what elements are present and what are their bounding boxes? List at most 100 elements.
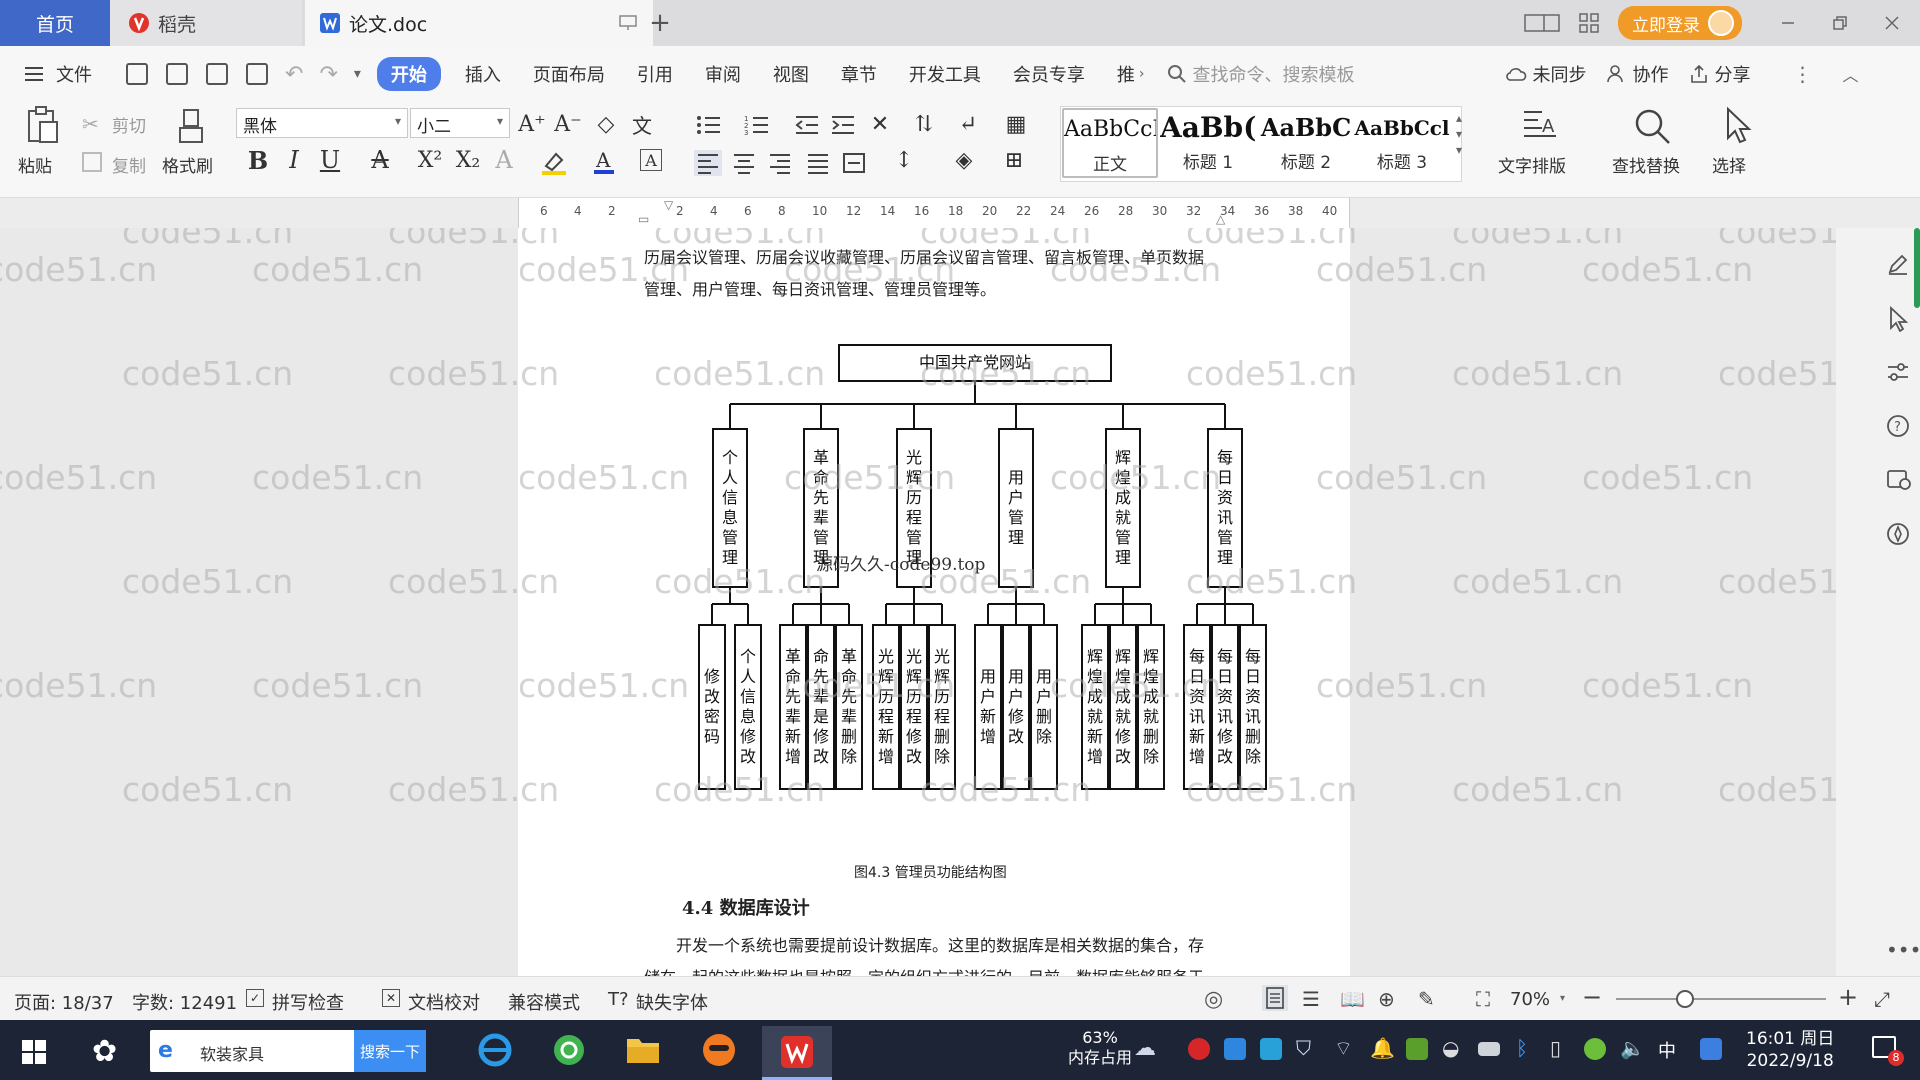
font-size-select[interactable]: 小二 ▾ — [410, 108, 510, 138]
ie-browser-icon[interactable] — [466, 1026, 524, 1074]
windows-start-icon[interactable] — [22, 1040, 46, 1064]
menu-member[interactable]: 会员专享 — [997, 61, 1101, 87]
align-right-icon[interactable] — [768, 152, 792, 174]
font-name-select[interactable]: 黑体 ▾ — [236, 108, 408, 138]
export-pdf-icon[interactable] — [166, 63, 188, 85]
screen-icon[interactable] — [619, 15, 637, 31]
collapse-ribbon-icon[interactable]: ︿ — [1843, 62, 1859, 86]
cut-button[interactable]: 剪切 — [112, 112, 146, 137]
minimize-icon[interactable] — [1780, 15, 1796, 31]
numbered-list-icon[interactable]: 123 — [744, 114, 770, 136]
eye-protection-icon[interactable]: ◎ — [1204, 987, 1223, 1012]
compass-icon[interactable] — [1886, 522, 1910, 546]
redo-icon[interactable]: ↷ — [319, 62, 337, 87]
fit-page-icon[interactable]: ⛶ — [1476, 987, 1490, 1011]
input-method-icon[interactable] — [1700, 1038, 1722, 1060]
zoom-slider-thumb[interactable] — [1676, 990, 1694, 1008]
chinese-layout-icon[interactable]: ✕ — [866, 110, 894, 138]
game-app-icon[interactable] — [690, 1026, 748, 1074]
clear-format-icon[interactable]: ◇ — [592, 110, 620, 138]
document-page[interactable]: 历届会议管理、历届会议收藏管理、历届会议留言管理、留言板管理、单页数据 管理、用… — [518, 228, 1350, 976]
help-icon[interactable]: ? — [1886, 414, 1910, 438]
format-painter-button[interactable]: 格式刷 — [162, 152, 213, 177]
page-view-icon[interactable] — [1262, 985, 1288, 1011]
find-replace-icon[interactable] — [1632, 106, 1672, 146]
assistant-swirl-icon[interactable]: ✿ — [92, 1034, 117, 1069]
shading-icon[interactable]: ◈ — [950, 146, 978, 174]
align-left-icon[interactable] — [694, 150, 722, 176]
style-heading-1[interactable]: AaBb( 标题 1 — [1160, 108, 1256, 178]
show-marks-icon[interactable]: ↵ — [954, 110, 982, 138]
sort-icon[interactable]: ⇅ — [910, 110, 938, 138]
italic-icon[interactable]: I — [280, 146, 308, 174]
weather-cloud-icon[interactable]: ☁ — [1134, 1036, 1156, 1061]
bluetooth-icon[interactable]: ᛒ — [1516, 1036, 1528, 1060]
tray-app-cyan-icon[interactable] — [1260, 1038, 1282, 1060]
doc-check-button[interactable]: 文档校对 — [408, 989, 480, 1015]
zoom-out-icon[interactable]: − — [1582, 983, 1602, 1011]
usb-icon[interactable]: ▯ — [1550, 1036, 1561, 1060]
style-heading-2[interactable]: AaBbC 标题 2 — [1258, 108, 1354, 178]
backup-icon[interactable] — [1886, 468, 1912, 492]
superscript-icon[interactable]: X² — [416, 146, 444, 174]
web-view-icon[interactable]: ⊕ — [1378, 987, 1395, 1011]
write-mode-icon[interactable]: ✎ — [1418, 987, 1435, 1011]
menu-recommend[interactable]: 推 — [1101, 61, 1139, 87]
shrink-font-icon[interactable]: A⁻ — [554, 110, 582, 138]
print-icon[interactable] — [206, 63, 228, 85]
page-indicator[interactable]: 页面: 18/37 — [14, 989, 114, 1015]
qq-penguin-icon[interactable]: ◒ — [1442, 1036, 1459, 1060]
more-vertical-icon[interactable]: ⋮ — [1793, 62, 1813, 86]
select-cursor-icon[interactable] — [1722, 106, 1754, 146]
sync-status[interactable]: 未同步 — [1533, 61, 1587, 87]
collaborate-button[interactable]: 协作 — [1633, 61, 1669, 87]
underline-icon[interactable]: U — [316, 146, 344, 174]
char-border-icon[interactable]: A — [640, 149, 662, 171]
increase-indent-icon[interactable] — [830, 114, 856, 136]
select-button[interactable]: 选择 — [1712, 152, 1746, 177]
taskbar-search-box[interactable]: e 软装家具 搜索一下 — [150, 1030, 426, 1072]
taskbar-search-button[interactable]: 搜索一下 — [354, 1030, 426, 1072]
cut-icon[interactable]: ✂ — [82, 112, 99, 136]
font-color-icon[interactable]: A — [592, 148, 616, 176]
ime-indicator[interactable]: 中 — [1658, 1037, 1676, 1063]
fullscreen-icon[interactable]: ⤢ — [1874, 987, 1890, 1011]
360-browser-icon[interactable] — [540, 1026, 598, 1074]
align-center-icon[interactable] — [732, 152, 756, 174]
file-explorer-icon[interactable] — [614, 1026, 672, 1074]
tab-document[interactable]: 论文.doc — [305, 0, 653, 46]
edit-pen-icon[interactable] — [1886, 252, 1910, 276]
command-search-input[interactable]: 查找命令、搜索模板 — [1193, 61, 1483, 87]
justify-icon[interactable] — [806, 152, 830, 174]
print-preview-icon[interactable] — [246, 63, 268, 85]
menu-dev-tools[interactable]: 开发工具 — [893, 61, 997, 87]
format-painter-icon[interactable] — [176, 108, 206, 144]
tab-home[interactable]: 首页 — [0, 0, 110, 46]
copy-icon[interactable] — [82, 152, 102, 172]
first-line-indent-marker[interactable]: ▽ — [664, 198, 673, 212]
left-indent-marker[interactable]: ▭ — [638, 212, 649, 226]
close-icon[interactable] — [1884, 15, 1900, 31]
tray-app-blue-icon[interactable] — [1224, 1038, 1246, 1060]
find-replace-button[interactable]: 查找替换 — [1612, 152, 1680, 177]
menu-references[interactable]: 引用 — [621, 61, 689, 87]
wifi-icon[interactable]: ⌔ — [1334, 1036, 1353, 1061]
layout-icon[interactable] — [1524, 12, 1560, 34]
more-horizontal-icon[interactable]: ••• — [1886, 938, 1920, 962]
apps-grid-icon[interactable] — [1578, 12, 1600, 34]
tray-app-red-icon[interactable] — [1188, 1038, 1210, 1060]
styles-scroll-icon[interactable]: ▴ ▾ ▾ — [1456, 110, 1462, 158]
nvidia-icon[interactable] — [1406, 1038, 1428, 1060]
menu-chapter[interactable]: 章节 — [825, 61, 893, 87]
menu-start[interactable]: 开始 — [376, 57, 441, 91]
save-icon[interactable] — [126, 63, 148, 85]
text-layout-button[interactable]: 文字排版 — [1498, 152, 1566, 177]
shield-icon[interactable]: ⛉ — [1296, 1036, 1311, 1060]
bold-icon[interactable]: B — [244, 146, 272, 175]
paste-icon[interactable] — [26, 106, 60, 144]
pointer-icon[interactable] — [1886, 306, 1910, 332]
volume-icon[interactable]: 🔈 — [1620, 1036, 1645, 1060]
zoom-dropdown-icon[interactable]: ▾ — [1560, 993, 1565, 1004]
device-icon[interactable] — [1478, 1042, 1500, 1056]
line-spacing-icon[interactable]: ↕ — [890, 146, 918, 174]
